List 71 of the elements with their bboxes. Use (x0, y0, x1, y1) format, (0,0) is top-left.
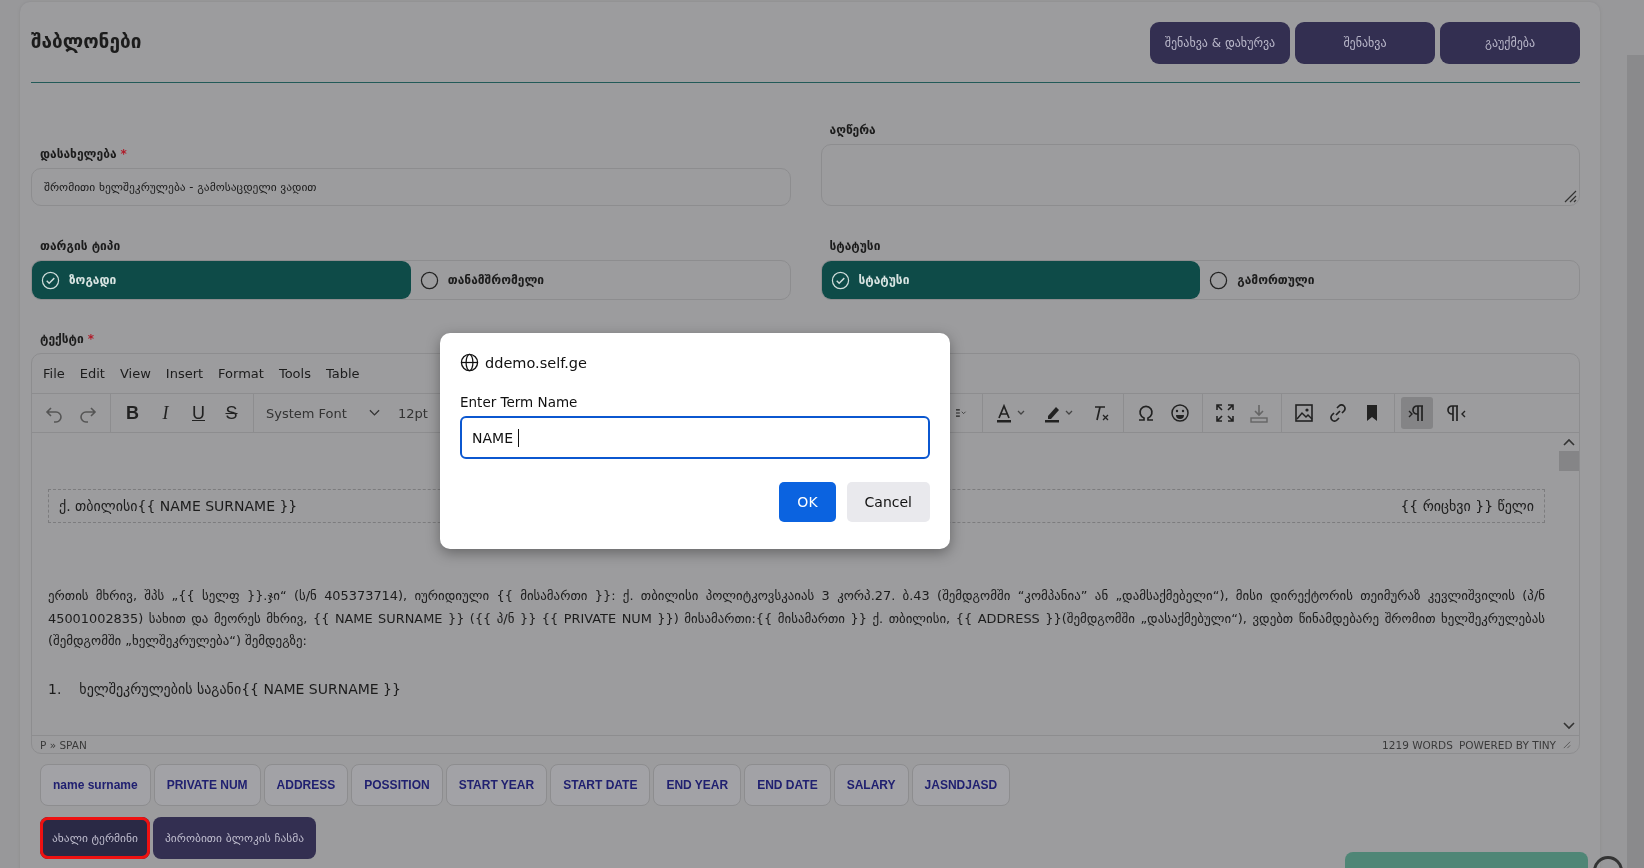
term-chip[interactable]: name surname (40, 764, 151, 806)
radio-circle-icon (1209, 270, 1229, 290)
radio-option[interactable]: სტატუსი (821, 261, 1201, 299)
dialog-label: Enter Term Name (460, 394, 579, 410)
menu-item[interactable]: Tools (278, 366, 311, 381)
chevron-down-icon[interactable] (1563, 722, 1575, 730)
format-button[interactable]: B (123, 402, 142, 424)
menu-item[interactable]: Edit (79, 366, 105, 381)
term-chip[interactable]: JASNDJASD (911, 764, 1011, 806)
chevron-down-icon (368, 409, 380, 417)
element-path: P » SPAN (40, 738, 87, 751)
header-text: ქ. თბილისი{{ NAME SURNAME }} (59, 498, 298, 514)
link-icon[interactable] (1327, 403, 1348, 423)
font-size-dropdown[interactable]: 12pt (397, 405, 428, 421)
resize-grip-icon[interactable] (1562, 740, 1571, 749)
field-label: სტატუსი (829, 239, 881, 253)
header-button[interactable]: შენახვა (1295, 22, 1435, 64)
radio-option[interactable]: გამორთული (1200, 261, 1579, 299)
field-label: ტექსტი (40, 332, 84, 346)
list-number: 1. (48, 680, 62, 697)
contract-paragraph: ერთის მხრივ, შპს „{{ სელფ }}.ჯი“ (ს/ნ 405373714), იურიდიული {{ მისამართი }}: ქ. თბილისი პოლიტკოვსკაიას 3 კორპ.27. ბ.43 (შემდგომში “კომპანია” ან „დამსაქმებელი“), მისი დირექტორის თეიმურაზ კევლიშვილის (პ/ნ 45001002835) სახით და მეორეს მხრივ, {{ NAME SURNAME }} ({{ პ/ნ }} {{ PRIVATE NUM }}) მისამართი:{{ მისამართი }} ქ. თბილისი, {{ ADDRESS }}(შემდგომში „დასაქმებული“), ვდებთ წინამდებარე შრომით ხელშეკრულებას (შემდგომში „ხელშეკრულება“) შემდეგზე: (48, 587, 1545, 650)
dialog-origin: ddemo.self.ge (485, 354, 587, 371)
font-dropdown[interactable]: System Font (266, 405, 380, 421)
format-button[interactable]: I (156, 402, 175, 424)
required-mark: * (87, 332, 95, 346)
emoji-icon[interactable] (1169, 403, 1190, 423)
globe-icon (460, 353, 479, 372)
right-to-left-icon (1446, 403, 1467, 423)
term-chip[interactable]: END DATE (744, 764, 831, 806)
menu-item[interactable]: Table (325, 366, 360, 381)
page-title: შაბლონები (31, 30, 142, 52)
list-item-text: ხელშეკრულების საგანი{{ NAME SURNAME }} (79, 680, 401, 697)
chevron-up-icon[interactable] (1563, 438, 1575, 446)
term-chip[interactable]: START YEAR (445, 764, 548, 806)
ok-button[interactable]: OK (779, 482, 836, 522)
term-chip[interactable]: END YEAR (653, 764, 742, 806)
menu-item[interactable]: Insert (165, 366, 204, 381)
term-chip[interactable]: SALARY (833, 764, 909, 806)
required-mark: * (120, 147, 127, 161)
menu-item[interactable]: File (43, 366, 65, 381)
field-label: დასახელება (40, 147, 117, 161)
term-chip[interactable]: ADDRESS (263, 764, 349, 806)
header-button[interactable]: შენახვა & დახურვა (1150, 22, 1290, 64)
action-button[interactable]: პირობითი ბლოკის ჩასმა (153, 817, 317, 859)
image-icon[interactable] (1293, 403, 1314, 423)
field-label: თარგის ტიპი (40, 239, 121, 253)
check-circle-icon (41, 270, 60, 290)
menu-item[interactable]: View (119, 366, 151, 381)
menu-item[interactable]: Format (218, 366, 264, 381)
field-label: აღწერა (829, 123, 876, 137)
term-name-field[interactable]: NAME (460, 416, 930, 459)
format-button[interactable]: S (222, 402, 241, 424)
resize-grip-icon[interactable] (1563, 189, 1577, 203)
radio-option[interactable]: ზოგადი (32, 261, 411, 299)
powered-by-link[interactable]: POWERED BY TINY (1458, 738, 1556, 751)
term-chip[interactable]: START DATE (550, 764, 651, 806)
cancel-button[interactable]: Cancel (846, 482, 930, 522)
left-to-right-button[interactable] (1400, 397, 1433, 429)
word-count: 1219 WORDS (1382, 738, 1453, 751)
header-button[interactable]: გაუქმება (1440, 22, 1580, 64)
action-button[interactable]: ახალი ტერმინი (40, 817, 150, 859)
description-field[interactable] (820, 144, 1580, 206)
check-circle-icon (830, 270, 850, 290)
format-button[interactable]: U (189, 402, 208, 424)
term-chip[interactable]: POSSITION (351, 764, 443, 806)
radio-option[interactable]: თანამშრომელი (410, 261, 790, 299)
header-text: {{ რიცხვი }} წელი (1400, 498, 1534, 514)
radio-circle-icon (419, 270, 439, 290)
term-chip[interactable]: PRIVATE NUM (153, 764, 261, 806)
fullscreen-icon[interactable] (1214, 403, 1235, 423)
name-field[interactable]: შრომითი ხელშეკრულება - გამოსაცდელი ვადით (31, 168, 791, 206)
